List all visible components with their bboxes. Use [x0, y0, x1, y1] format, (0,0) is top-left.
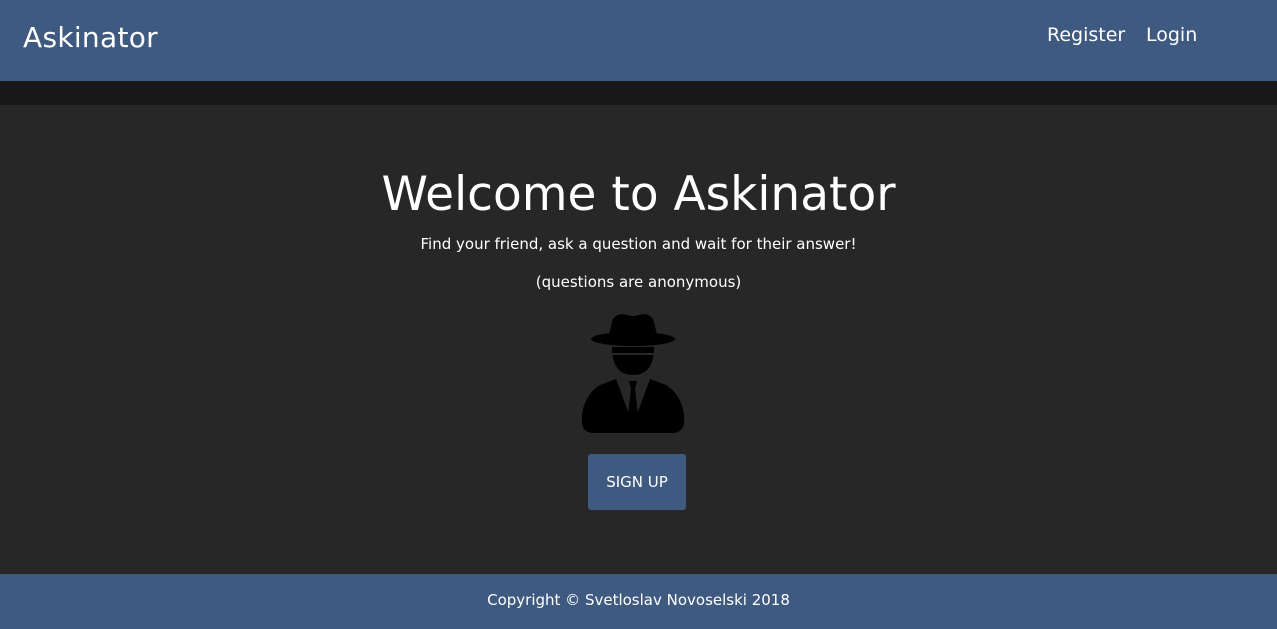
- hero-tagline: Find your friend, ask a question and wai…: [420, 235, 857, 253]
- page-title: Welcome to Askinator: [381, 167, 896, 222]
- brand-logo-link[interactable]: Askinator: [23, 21, 158, 54]
- header-divider-strip: [0, 81, 1277, 105]
- signup-button[interactable]: SIGN UP: [588, 454, 686, 510]
- navbar: Askinator Register Login: [0, 0, 1277, 81]
- copyright-text: Copyright © Svetloslav Novoselski 2018: [487, 591, 790, 609]
- hero-section: Welcome to Askinator Find your friend, a…: [0, 105, 1277, 574]
- spy-icon: [581, 314, 685, 433]
- anonymous-note: (questions are anonymous): [535, 273, 742, 291]
- footer: Copyright © Svetloslav Novoselski 2018: [0, 574, 1277, 629]
- nav-login-link[interactable]: Login: [1146, 24, 1197, 46]
- nav-register-link[interactable]: Register: [1047, 24, 1125, 46]
